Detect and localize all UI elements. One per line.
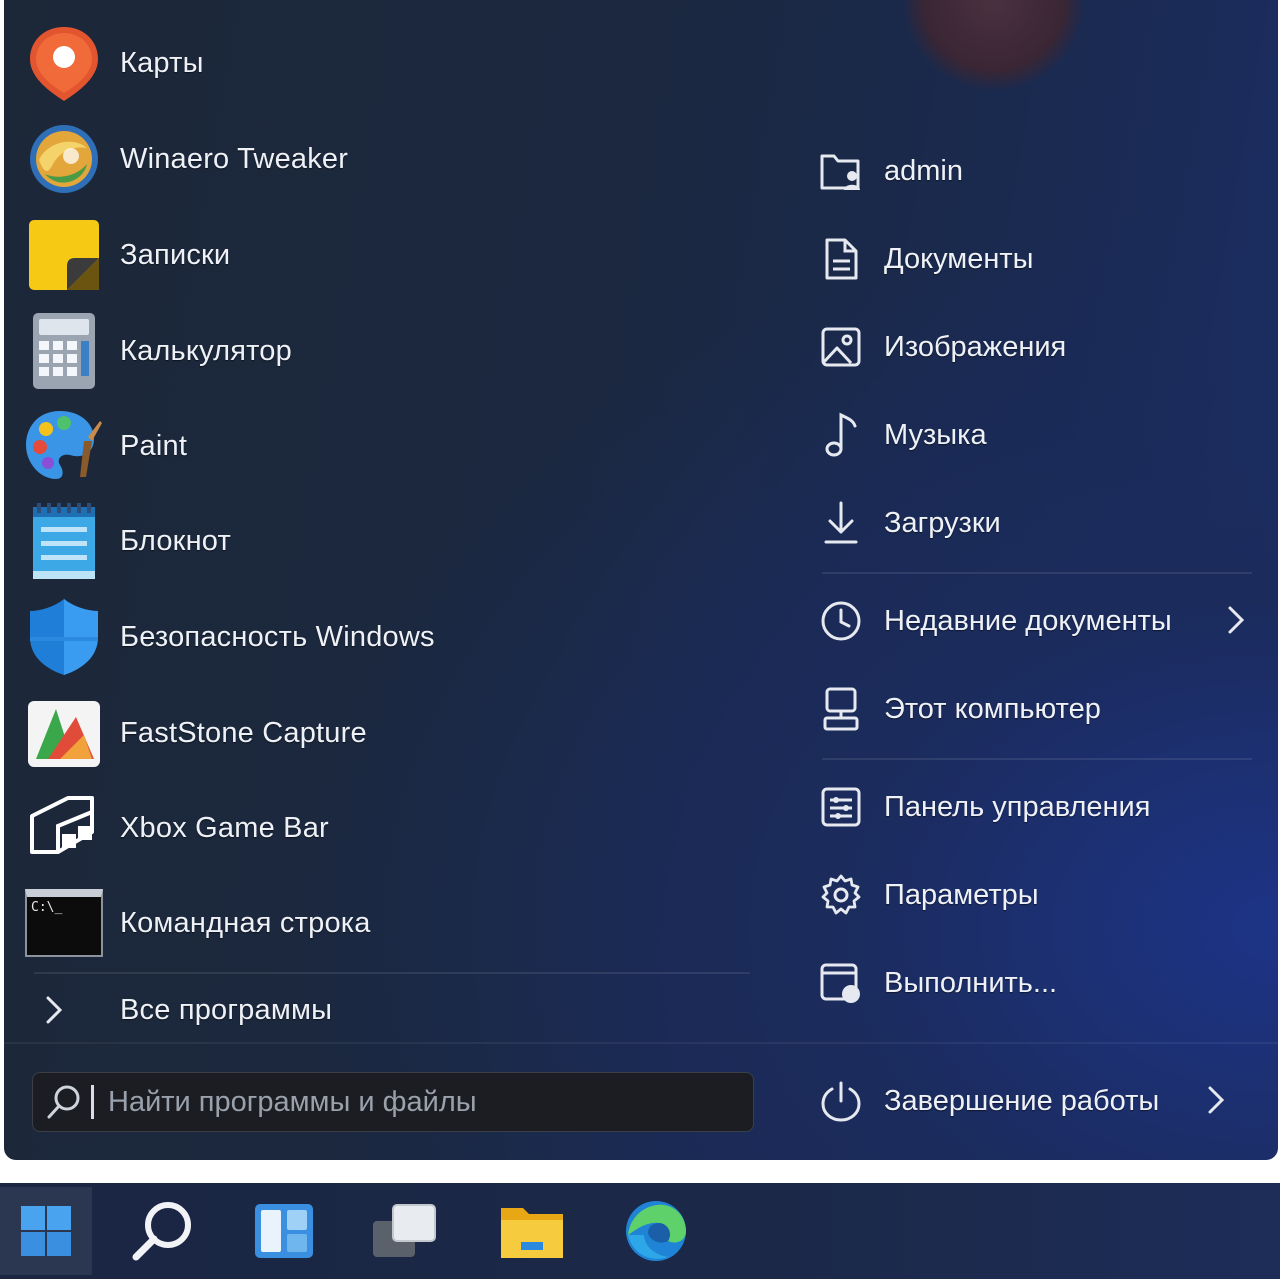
place-label: admin	[884, 154, 963, 187]
control-panel-item[interactable]: Панель управления	[814, 772, 1254, 842]
app-label: Xbox Game Bar	[120, 811, 329, 844]
edge-icon	[624, 1199, 688, 1263]
this-pc-item[interactable]: Этот компьютер	[814, 674, 1254, 744]
app-item-paint[interactable]: Paint	[24, 403, 764, 489]
divider	[822, 572, 1252, 574]
app-item-xbox-game-bar[interactable]: Xbox Game Bar	[24, 785, 764, 871]
all-programs-label: Все программы	[120, 993, 333, 1026]
app-item-calculator[interactable]: Калькулятор	[24, 308, 764, 394]
windows-security-icon	[24, 597, 104, 677]
all-programs-button[interactable]: Все программы	[44, 980, 744, 1040]
place-label: Загрузки	[884, 506, 1001, 539]
folder-icon	[499, 1202, 565, 1260]
background-decoration	[904, 0, 1084, 90]
app-item-sticky-notes[interactable]: Записки	[24, 212, 764, 298]
power-icon	[814, 1074, 868, 1128]
footer-divider	[4, 1042, 1278, 1044]
download-icon	[814, 496, 868, 550]
app-label: Paint	[120, 429, 188, 462]
widgets-icon	[253, 1202, 315, 1260]
settings-item[interactable]: Параметры	[814, 860, 1254, 930]
run-label: Выполнить...	[884, 966, 1058, 999]
computer-icon	[814, 682, 868, 736]
search-button[interactable]	[116, 1187, 208, 1275]
search-input[interactable]	[106, 1084, 753, 1120]
app-label: Безопасность Windows	[120, 620, 435, 653]
app-label: Калькулятор	[120, 334, 292, 367]
calculator-icon	[24, 311, 104, 391]
windows-logo-icon	[19, 1204, 73, 1258]
app-item-command-prompt[interactable]: C:\_ Командная строка	[24, 880, 764, 966]
app-label: Записки	[120, 238, 231, 271]
task-view-button[interactable]	[358, 1187, 450, 1275]
chevron-right-icon	[44, 994, 64, 1026]
start-button[interactable]	[0, 1187, 92, 1275]
start-menu: Карты Winaero Tweaker Записки Калькулято…	[4, 0, 1278, 1160]
app-label: Winaero Tweaker	[120, 142, 349, 175]
place-item-admin[interactable]: admin	[814, 136, 1254, 206]
settings-label: Параметры	[884, 878, 1039, 911]
app-label: FastStone Capture	[120, 716, 367, 749]
file-explorer-button[interactable]	[486, 1187, 578, 1275]
app-label: Командная строка	[120, 906, 371, 939]
notepad-icon	[24, 501, 104, 581]
app-label: Карты	[120, 46, 204, 79]
shutdown-label: Завершение работы	[884, 1084, 1160, 1117]
picture-icon	[814, 320, 868, 374]
control-panel-icon	[814, 780, 868, 834]
gear-icon	[814, 868, 868, 922]
sticky-notes-icon	[24, 215, 104, 295]
winaero-tweaker-icon	[24, 119, 104, 199]
place-label: Документы	[884, 242, 1034, 275]
control-panel-label: Панель управления	[884, 790, 1151, 823]
recent-documents-item[interactable]: Недавние документы	[814, 586, 1254, 656]
paint-icon	[24, 406, 104, 486]
edge-button[interactable]	[610, 1187, 702, 1275]
user-folder-icon	[814, 144, 868, 198]
widgets-button[interactable]	[238, 1187, 330, 1275]
search-box[interactable]	[32, 1072, 754, 1132]
search-icon	[45, 1083, 83, 1121]
place-label: Изображения	[884, 330, 1067, 363]
divider	[822, 758, 1252, 760]
place-item-downloads[interactable]: Загрузки	[814, 488, 1254, 558]
app-item-notepad[interactable]: Блокнот	[24, 498, 764, 584]
app-item-windows-security[interactable]: Безопасность Windows	[24, 594, 764, 680]
app-item-maps[interactable]: Карты	[24, 20, 764, 106]
app-item-faststone-capture[interactable]: FastStone Capture	[24, 690, 764, 776]
command-prompt-icon: C:\_	[24, 883, 104, 963]
shutdown-button[interactable]: Завершение работы	[814, 1066, 1234, 1136]
text-caret	[91, 1085, 94, 1119]
run-icon	[814, 956, 868, 1010]
document-icon	[814, 232, 868, 286]
taskbar	[0, 1183, 1280, 1279]
place-item-pictures[interactable]: Изображения	[814, 312, 1254, 382]
chevron-right-icon	[1206, 1084, 1226, 1121]
app-item-winaero-tweaker[interactable]: Winaero Tweaker	[24, 116, 764, 202]
place-label: Музыка	[884, 418, 987, 451]
clock-icon	[814, 594, 868, 648]
run-item[interactable]: Выполнить...	[814, 948, 1254, 1018]
maps-icon	[24, 23, 104, 103]
xbox-game-bar-icon	[24, 788, 104, 868]
music-note-icon	[814, 408, 868, 462]
search-icon	[130, 1199, 194, 1263]
divider	[34, 972, 750, 974]
this-pc-label: Этот компьютер	[884, 692, 1101, 725]
place-item-music[interactable]: Музыка	[814, 400, 1254, 470]
task-view-icon	[371, 1201, 437, 1261]
chevron-right-icon	[1226, 604, 1246, 641]
cmd-prompt-text: C:\_	[31, 900, 63, 915]
app-label: Блокнот	[120, 524, 231, 557]
place-item-documents[interactable]: Документы	[814, 224, 1254, 294]
recent-documents-label: Недавние документы	[884, 604, 1172, 637]
faststone-capture-icon	[24, 693, 104, 773]
